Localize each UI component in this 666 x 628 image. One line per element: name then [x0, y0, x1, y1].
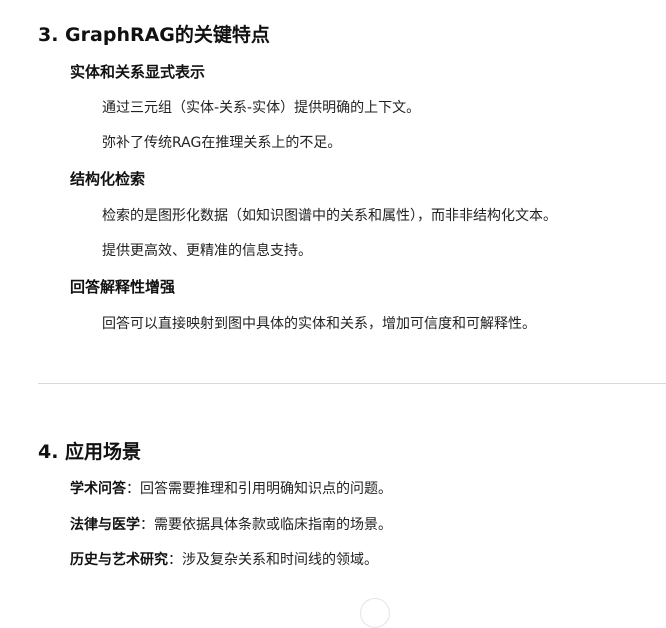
use-case-term: 历史与艺术研究	[70, 552, 168, 568]
use-case-item: 法律与医学：需要依据具体条款或临床指南的场景。	[70, 514, 392, 534]
use-case-item: 历史与艺术研究：涉及复杂关系和时间线的领域。	[70, 549, 378, 569]
section-3-heading: 3. GraphRAG的关键特点	[38, 24, 270, 46]
feature-point: 提供更高效、更精准的信息支持。	[102, 243, 312, 259]
feature-point: 弥补了传统RAG在推理关系上的不足。	[102, 135, 342, 151]
use-case-term: 法律与医学	[70, 517, 140, 533]
section-divider	[38, 383, 666, 384]
use-case-desc: ：涉及复杂关系和时间线的领域。	[168, 552, 378, 568]
section-4-heading: 4. 应用场景	[38, 441, 142, 463]
use-case-desc: ：需要依据具体条款或临床指南的场景。	[140, 517, 392, 533]
use-case-term: 学术问答	[70, 481, 126, 497]
use-case-desc: ：回答需要推理和引用明确知识点的问题。	[126, 481, 392, 497]
scroll-to-bottom-button[interactable]	[360, 598, 390, 628]
feature-title-explainability: 回答解释性增强	[70, 278, 176, 296]
feature-point: 回答可以直接映射到图中具体的实体和关系，增加可信度和可解释性。	[102, 316, 536, 332]
feature-title-structured-retrieval: 结构化检索	[70, 170, 146, 188]
use-case-item: 学术问答：回答需要推理和引用明确知识点的问题。	[70, 478, 392, 498]
feature-point: 通过三元组（实体-关系-实体）提供明确的上下文。	[102, 100, 421, 116]
feature-title-explicit-representation: 实体和关系显式表示	[70, 63, 206, 81]
feature-point: 检索的是图形化数据（如知识图谱中的关系和属性），而非非结构化文本。	[102, 208, 557, 224]
document-body: 3. GraphRAG的关键特点 实体和关系显式表示 通过三元组（实体-关系-实…	[0, 0, 666, 628]
